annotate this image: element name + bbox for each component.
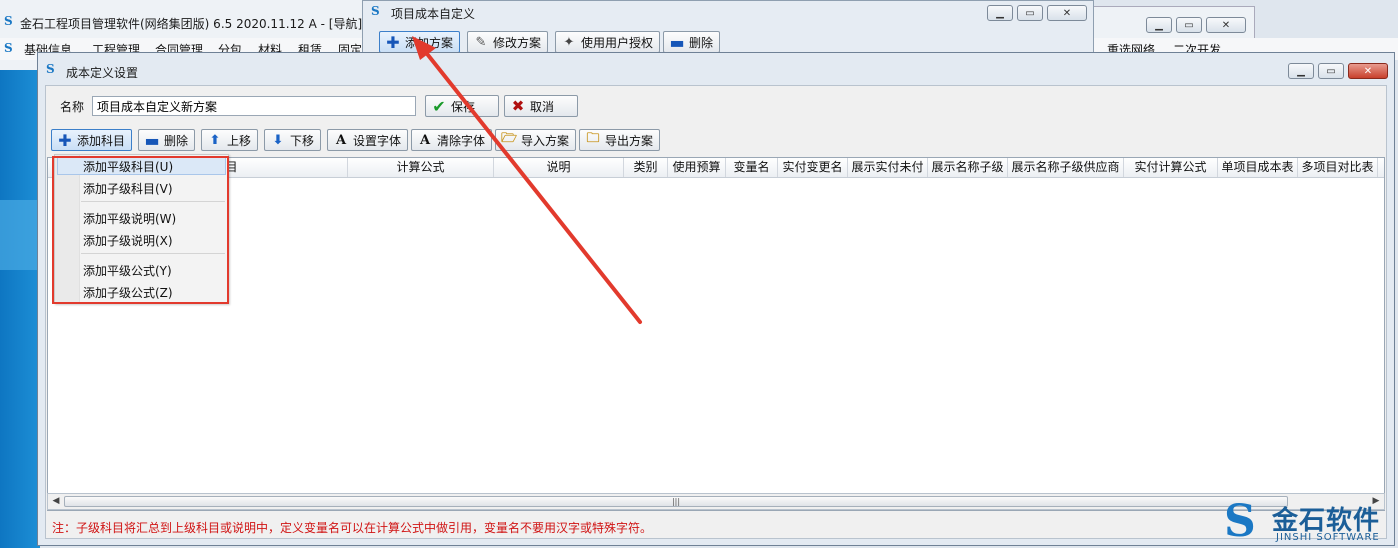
annotation-arrow — [412, 36, 642, 324]
logo-text-en: JINSHI SOFTWARE — [1276, 532, 1380, 543]
jinshi-logo-icon: S — [1224, 496, 1256, 547]
